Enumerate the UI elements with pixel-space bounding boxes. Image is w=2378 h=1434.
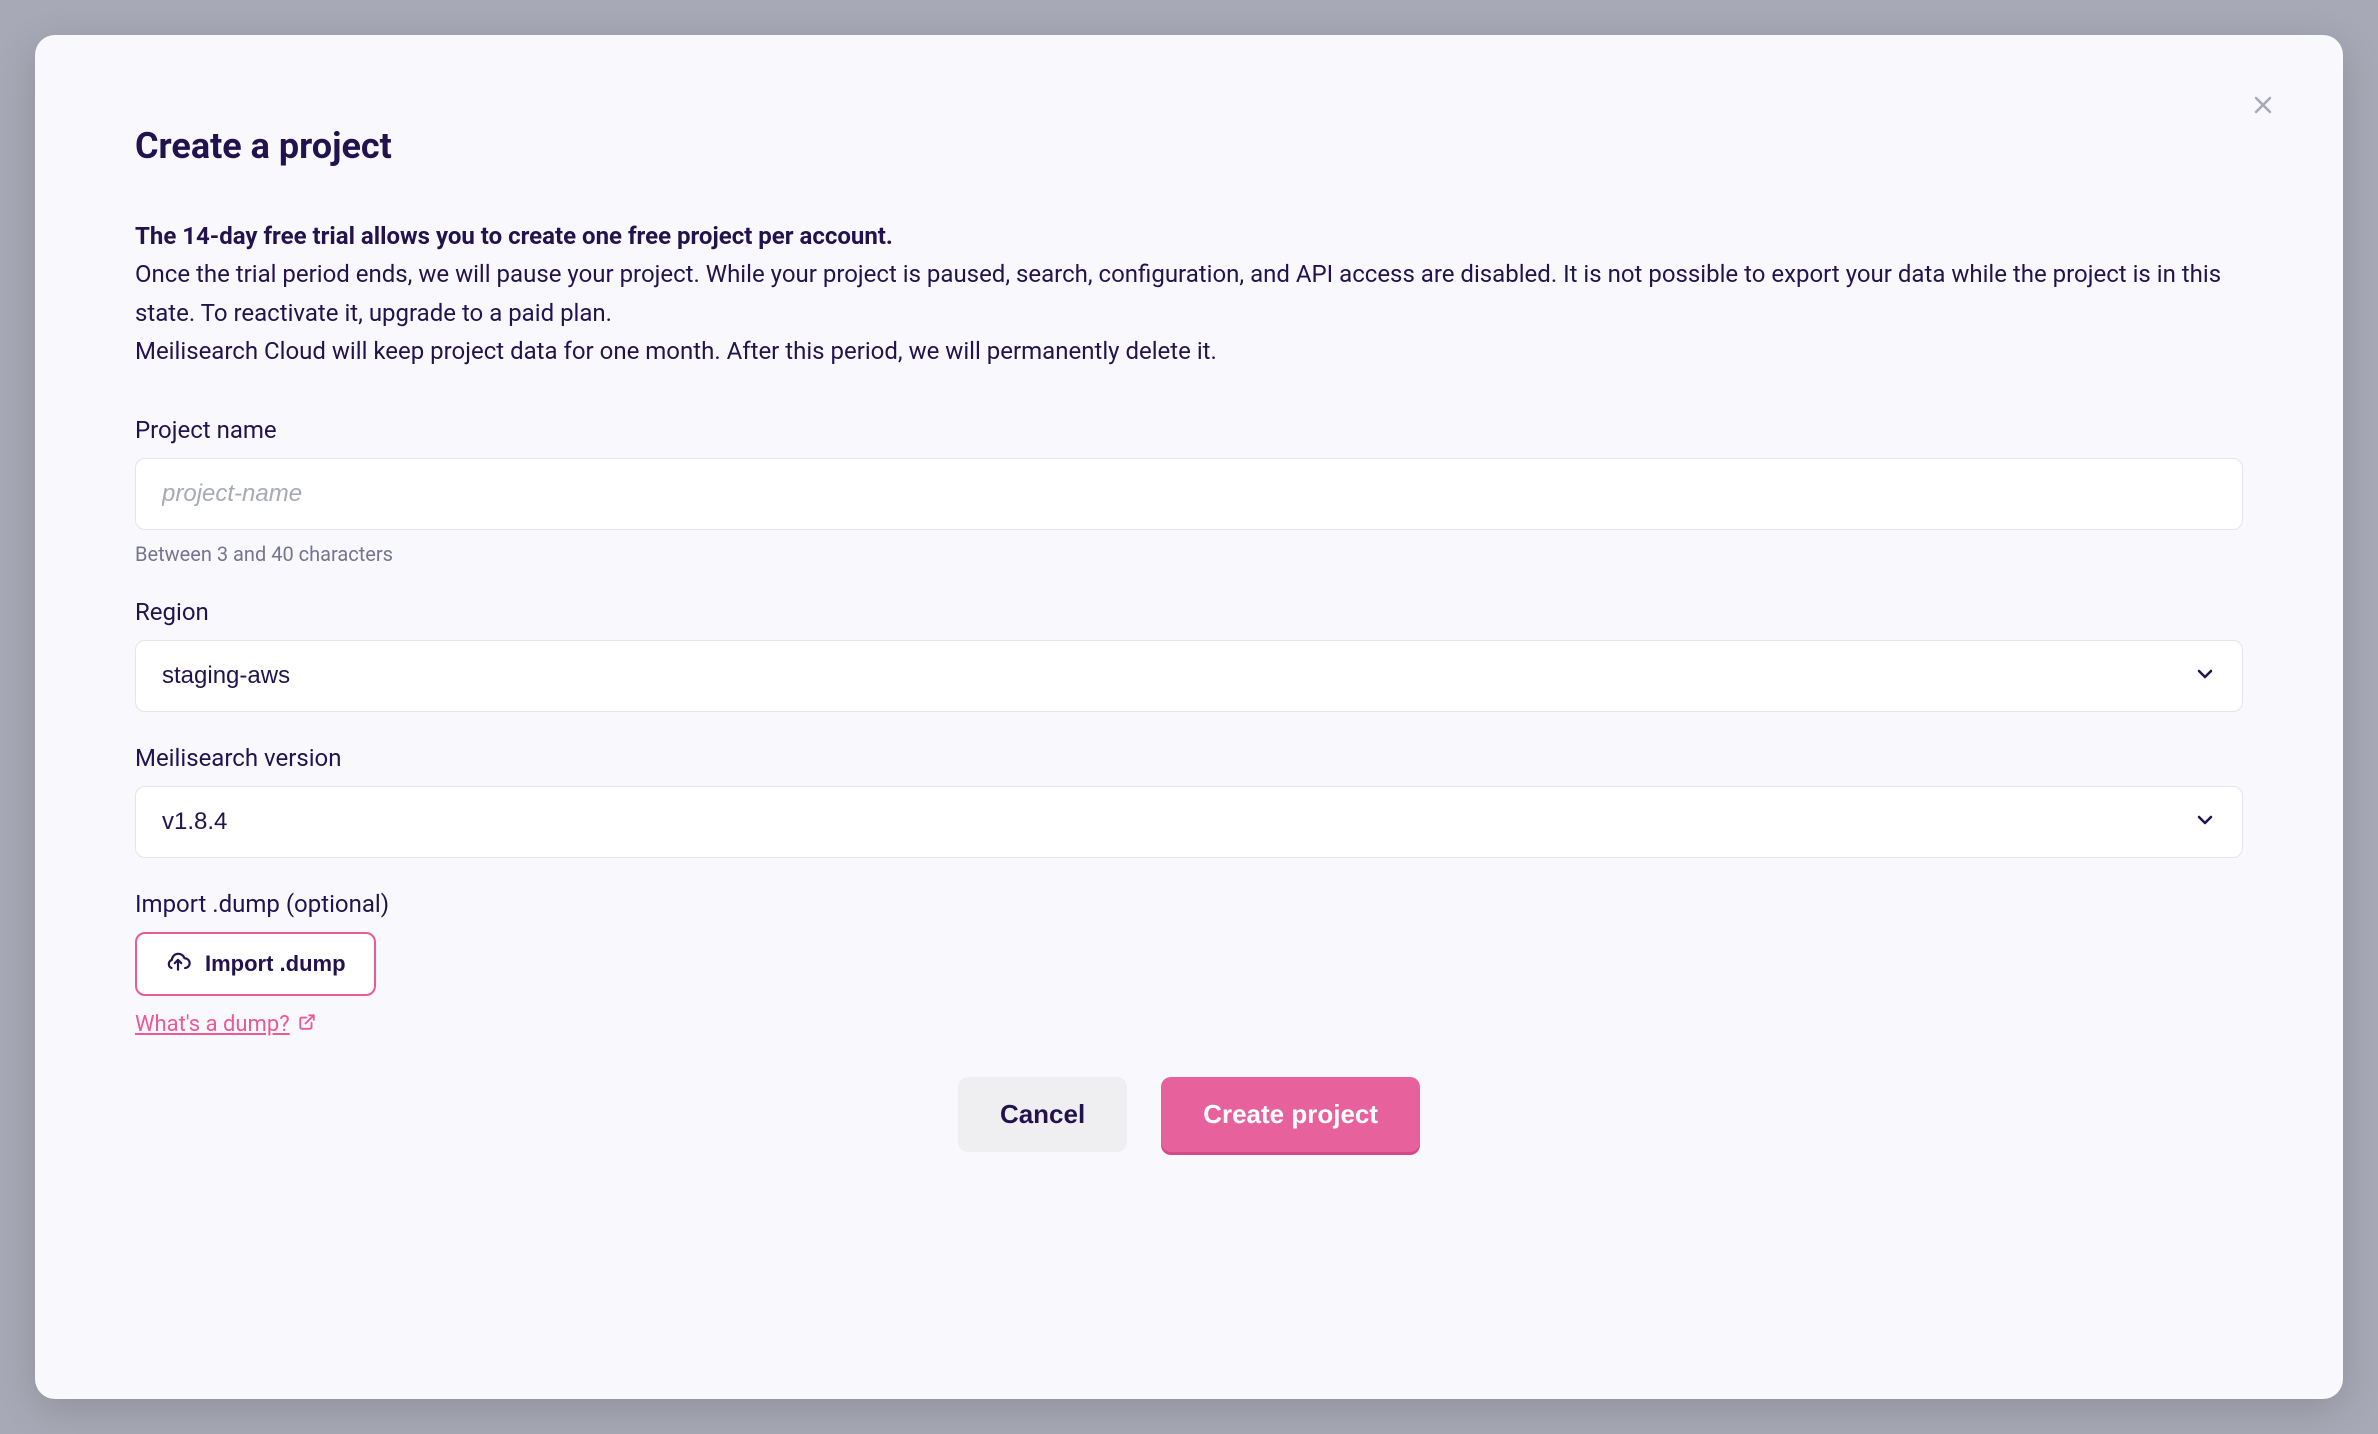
create-project-modal: Create a project The 14-day free trial a…	[35, 35, 2343, 1399]
import-dump-field-group: Import .dump (optional) Import .dump Wha…	[135, 890, 2243, 1037]
close-button[interactable]	[2243, 85, 2283, 128]
create-project-button[interactable]: Create project	[1161, 1077, 1420, 1152]
import-dump-label: Import .dump (optional)	[135, 890, 2243, 918]
description-line-1: The 14-day free trial allows you to crea…	[135, 217, 2243, 255]
description-line-2: Once the trial period ends, we will paus…	[135, 255, 2243, 332]
project-name-label: Project name	[135, 416, 2243, 444]
description-line-3: Meilisearch Cloud will keep project data…	[135, 332, 2243, 370]
version-field-group: Meilisearch version v1.8.4	[135, 744, 2243, 858]
modal-description: The 14-day free trial allows you to crea…	[135, 217, 2243, 371]
whats-a-dump-link[interactable]: What's a dump?	[135, 1012, 316, 1037]
region-select[interactable]: staging-aws	[135, 640, 2243, 712]
project-name-helper: Between 3 and 40 characters	[135, 542, 2243, 566]
cancel-button[interactable]: Cancel	[958, 1077, 1127, 1152]
external-link-icon	[298, 1012, 316, 1037]
version-select[interactable]: v1.8.4	[135, 786, 2243, 858]
region-label: Region	[135, 598, 2243, 626]
whats-a-dump-label: What's a dump?	[135, 1012, 290, 1037]
modal-title: Create a project	[135, 125, 2243, 167]
region-field-group: Region staging-aws	[135, 598, 2243, 712]
version-label: Meilisearch version	[135, 744, 2243, 772]
import-dump-button[interactable]: Import .dump	[135, 932, 376, 996]
project-name-field-group: Project name Between 3 and 40 characters	[135, 416, 2243, 566]
import-dump-button-label: Import .dump	[205, 951, 346, 977]
project-name-input[interactable]	[135, 458, 2243, 530]
cloud-upload-icon	[165, 948, 191, 980]
modal-footer: Cancel Create project	[135, 1077, 2243, 1152]
close-icon	[2251, 105, 2275, 120]
